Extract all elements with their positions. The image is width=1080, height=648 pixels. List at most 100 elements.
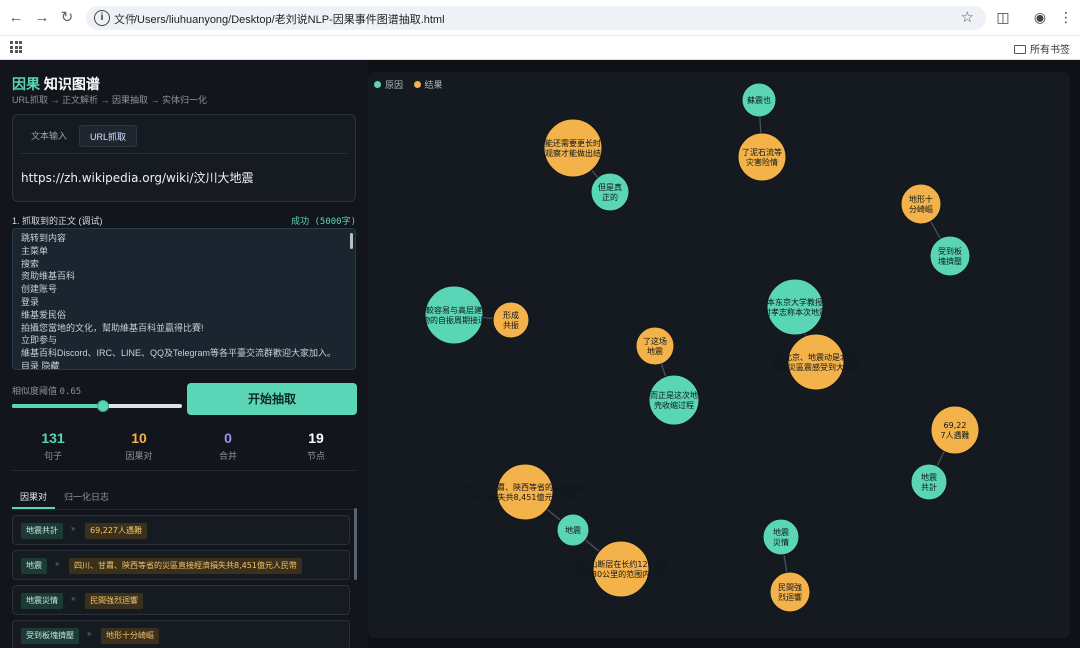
graph-node-effect[interactable]: 地形十分崎嶇	[900, 183, 942, 225]
tab-text-input[interactable]: 文本输入	[21, 125, 77, 147]
graph-node-effect[interactable]: 四川、甘肅、陝西等省的災區直接經濟損失共8,451億元人民幣	[465, 463, 585, 521]
stat-value: 10	[131, 430, 147, 446]
site-info-icon[interactable]: i	[94, 10, 110, 26]
graph-node-circle[interactable]	[737, 132, 787, 182]
graph-node-cause[interactable]: 蘇震也	[741, 82, 777, 118]
back-icon[interactable]: ←	[6, 8, 26, 28]
graph-node-label: 共振	[503, 320, 519, 330]
bookmark-star-icon[interactable]: ☆	[961, 8, 974, 26]
all-bookmarks[interactable]: 所有书签	[1014, 41, 1070, 56]
causal-pair-row[interactable]: 地震 » 四川、甘肅、陝西等省的災區直接經濟損失共8,451億元人民幣	[12, 550, 350, 580]
extracted-text-line: 主菜单	[21, 245, 49, 256]
pair-effect: 69,227人遇難	[85, 523, 147, 539]
graph-node-label: 四川、甘肅、陝西等省的災區直接	[465, 482, 585, 492]
graph-node-effect[interactable]: 了这场地震	[635, 326, 675, 366]
graph-node-circle[interactable]	[930, 405, 980, 455]
address-url[interactable]: /Users/liuhuanyong/Desktop/老刘说NLP-因果事件图谱…	[134, 11, 445, 27]
graph-node-cause[interactable]: 較容易与高层建物的自振周期接近	[422, 285, 486, 345]
tab-causal-pairs[interactable]: 因果对	[20, 490, 47, 503]
control-panel: 因果 知识图谱 URL抓取 → 正文解析 → 因果抽取 → 实体归一化 文本输入…	[0, 60, 368, 648]
graph-node-cause[interactable]: 地震	[556, 513, 590, 547]
graph-node-circle[interactable]	[592, 540, 650, 598]
pairs-scrollbar[interactable]	[354, 508, 357, 580]
knowledge-graph-panel[interactable]: 蘇震也了泥石流等 灾害险情 能还需要更长时 观察才能做出结 但是真 正的 地形十 分崎嶇受到板…	[368, 72, 1070, 638]
graph-node-circle[interactable]	[496, 463, 554, 521]
graph-node-effect[interactable]: 69,227人遇難	[930, 405, 980, 455]
graph-node-circle[interactable]	[769, 571, 811, 613]
graph-node-effect[interactable]: 了泥石流等灾害险情	[737, 132, 787, 182]
stat-item: 0 合并	[186, 430, 270, 462]
graph-node-effect[interactable]: 形成共振	[492, 301, 530, 339]
graph-node-effect[interactable]: 包括北京、地震动是北京、附近災區震感受到大幅搖	[768, 333, 864, 391]
graph-node-label: 較容易与高层建	[426, 305, 482, 315]
graph-node-effect[interactable]: 能还需要更长时观察才能做出结	[543, 118, 603, 178]
address-bar[interactable]: i 文件 /Users/liuhuanyong/Desktop/老刘说NLP-因…	[86, 6, 986, 30]
graph-node-circle[interactable]	[910, 463, 948, 501]
graph-node-effect[interactable]: 民間強烈迴響	[769, 571, 811, 613]
graph-node-label: 灾害险情	[746, 157, 778, 167]
pair-effect: 四川、甘肅、陝西等省的災區直接經濟損失共8,451億元人民幣	[69, 558, 302, 574]
graph-node-cause[interactable]: 本东京大学教授村孝志称本次地震	[763, 278, 827, 336]
causal-pair-row[interactable]: 地震共計 » 69,227人遇難	[12, 515, 350, 545]
pair-effect: 地形十分崎嶇	[101, 628, 159, 644]
graph-node-circle[interactable]	[590, 172, 630, 212]
graph-node-label: 民間強	[778, 582, 802, 592]
extracted-text-line: 維基百科Discord、IRC、LINE、QQ及Telegram等各平臺交流群歡…	[21, 348, 337, 359]
graph-node-cause[interactable]: 而正是这次地壳收缩过程	[648, 374, 700, 426]
menu-kebab-icon[interactable]: ⋮	[1057, 8, 1075, 26]
graph-node-label: 观察才能做出结	[545, 148, 601, 158]
stat-item: 19 节点	[274, 430, 358, 462]
legend-cause-dot	[374, 81, 381, 88]
stat-value: 0	[224, 430, 232, 446]
extensions-icon[interactable]: ◫	[994, 8, 1012, 26]
graph-node-label: 而正是这次地	[650, 390, 698, 400]
profile-icon[interactable]: ◉	[1031, 8, 1049, 26]
extracted-text-line: 搜索	[21, 258, 40, 269]
graph-node-label: 物的自振周期接近	[422, 315, 486, 325]
graph-node-circle[interactable]	[900, 183, 942, 225]
graph-node-label: 受到板	[938, 246, 962, 256]
similarity-slider[interactable]	[12, 400, 182, 412]
graph-node-cause[interactable]: 受到板塊擠壓	[929, 235, 971, 277]
legend-cause: 原因	[374, 78, 403, 91]
forward-icon[interactable]: →	[32, 8, 52, 28]
textarea-scrollbar[interactable]	[350, 233, 353, 249]
graph-node-cause[interactable]: 但是真正的	[590, 172, 630, 212]
extracted-text-line: 创建账号	[21, 284, 58, 295]
start-extract-button[interactable]: 开始抽取	[187, 383, 357, 415]
graph-node-effect[interactable]: 龙门山断层在长约120公里宽约30公里的范围内剧烈	[573, 540, 669, 598]
graph-node-cause[interactable]: 地震共計	[910, 463, 948, 501]
extracted-text-area[interactable]: 跳转到内容 主菜单 搜索 资助维基百科 创建账号 登录 维基爱民俗 拍攝您當地的文化，幫助維基…	[12, 228, 356, 370]
extracted-text-line: 登录	[21, 296, 40, 307]
reload-icon[interactable]: ↻	[57, 8, 77, 28]
causal-pair-row[interactable]: 受到板塊擠壓 » 地形十分崎嶇	[12, 620, 350, 648]
browser-toolbar: ← → ↻ i 文件 /Users/liuhuanyong/Desktop/老刘…	[0, 0, 1080, 36]
apps-grid-icon[interactable]	[10, 41, 22, 53]
graph-node-label: 了这场	[643, 336, 667, 346]
slider-fill	[12, 404, 103, 408]
graph-node-circle[interactable]	[543, 118, 603, 178]
graph-node-label: 共計	[921, 482, 937, 492]
graph-node-circle[interactable]	[635, 326, 675, 366]
causal-pair-row[interactable]: 地震災情 » 民間強烈迴響	[12, 585, 350, 615]
tab-url-fetch[interactable]: URL抓取	[79, 125, 138, 147]
slider-thumb[interactable]	[96, 400, 109, 412]
graph-node-circle[interactable]	[492, 301, 530, 339]
graph-node-circle[interactable]	[787, 333, 845, 391]
app-title: 因果 知识图谱	[12, 74, 100, 94]
stat-label: 合并	[218, 451, 237, 461]
graph-node-circle[interactable]	[424, 285, 484, 345]
knowledge-graph[interactable]: 蘇震也了泥石流等灾害险情 能还需要更长时观察才能做出结但是真正的 地形十分崎嶇受到板…	[368, 72, 1070, 638]
stat-label: 因果对	[125, 451, 153, 461]
url-input[interactable]	[21, 165, 347, 189]
graph-node-circle[interactable]	[929, 235, 971, 277]
tab-normalization-log[interactable]: 归一化日志	[64, 490, 109, 503]
graph-node-cause[interactable]: 地震災情	[762, 518, 800, 556]
graph-node-circle[interactable]	[766, 278, 824, 336]
graph-node-label: 村孝志称本次地震	[763, 307, 827, 317]
extract-status: 成功 (5000字)	[291, 217, 356, 227]
app-title-rest: 知识图谱	[43, 76, 100, 92]
graph-node-circle[interactable]	[648, 374, 700, 426]
all-bookmarks-label: 所有书签	[1030, 45, 1070, 56]
graph-node-circle[interactable]	[762, 518, 800, 556]
